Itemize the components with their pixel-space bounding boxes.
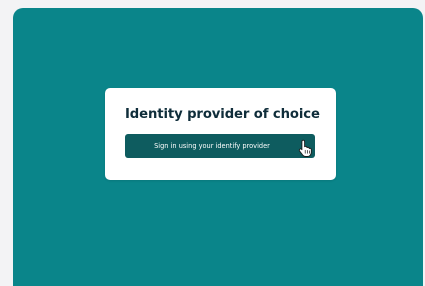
sign-in-identity-provider-button[interactable]: Sign in using your identify provider (125, 134, 315, 158)
identity-provider-card: Identity provider of choice Sign in usin… (105, 88, 336, 180)
sso-stage: Identity provider of choice Sign in usin… (13, 8, 423, 286)
card-title: Identity provider of choice (125, 107, 320, 122)
